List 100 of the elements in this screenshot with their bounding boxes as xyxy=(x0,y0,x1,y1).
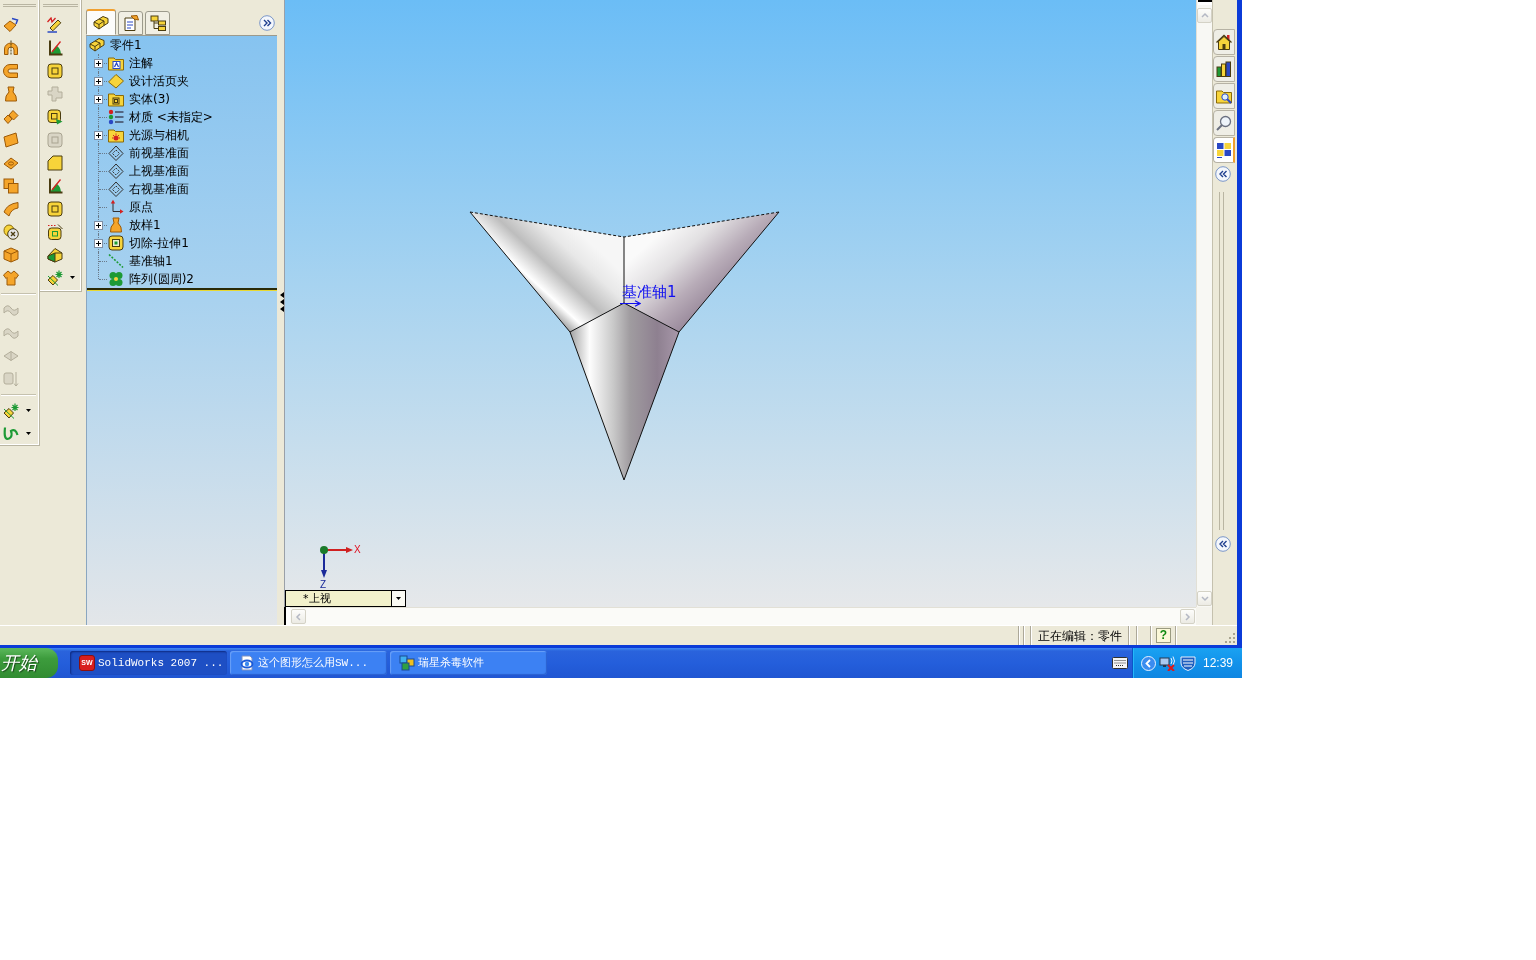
caret-down-icon[interactable] xyxy=(26,432,31,435)
tree-item-label[interactable]: 基准轴1 xyxy=(129,253,173,269)
axis-triad-icon xyxy=(319,545,353,578)
diamond-star-icon[interactable] xyxy=(3,402,19,419)
double-chevron-icon[interactable] xyxy=(1215,166,1231,182)
resize-grip-icon[interactable] xyxy=(1225,633,1235,643)
plus-box-icon[interactable] xyxy=(93,130,103,140)
taskbar-button[interactable]: 瑞星杀毒软件 xyxy=(390,651,547,675)
axis-label: Z xyxy=(320,579,327,590)
tile-arrow-icon[interactable] xyxy=(3,16,19,33)
framed-square-icon[interactable] xyxy=(47,62,63,79)
folder-icon[interactable] xyxy=(108,91,124,107)
tree-item-label[interactable]: 前视基准面 xyxy=(129,145,189,161)
diamond-star-icon[interactable] xyxy=(47,269,63,286)
tree-item-label[interactable]: 切除-拉伸1 xyxy=(129,235,189,251)
framed-square-icon[interactable] xyxy=(47,108,63,125)
chevron-left-icon[interactable] xyxy=(1141,655,1156,671)
diamond-outline-icon[interactable] xyxy=(108,181,124,197)
panel-tab[interactable] xyxy=(118,11,143,35)
status-message: 正在编辑：零件 xyxy=(1038,627,1122,644)
c-shape-icon[interactable] xyxy=(3,62,19,79)
cube-icon[interactable] xyxy=(3,246,19,263)
dropdown-arrow-button[interactable] xyxy=(391,591,405,606)
chevron-right-icon xyxy=(1184,612,1191,621)
start-button[interactable]: 开始 xyxy=(0,648,58,678)
tree-item-label[interactable]: 注解 xyxy=(129,55,153,71)
axis-label: X xyxy=(354,544,361,555)
dotted-frame-icon[interactable] xyxy=(47,223,63,240)
angle-icon[interactable] xyxy=(47,177,63,194)
cube-icon[interactable] xyxy=(47,246,63,263)
shirt-icon[interactable] xyxy=(3,269,19,286)
arch-icon[interactable] xyxy=(3,39,19,56)
task-pane-tab[interactable] xyxy=(1213,29,1235,55)
tree-item-label[interactable]: 零件1 xyxy=(110,37,142,53)
task-pane-tab[interactable] xyxy=(1213,110,1235,136)
tree-item-label[interactable]: 实体(3) xyxy=(129,91,170,107)
blocks-icon xyxy=(93,14,109,31)
slab-icon[interactable] xyxy=(3,131,19,148)
diamonds-icon[interactable] xyxy=(3,108,19,125)
help-button[interactable]: ? xyxy=(1156,628,1171,643)
panel-tab[interactable] xyxy=(145,11,170,35)
circle-x-icon[interactable] xyxy=(3,223,19,240)
tree-item-label[interactable]: 材质 <未指定> xyxy=(129,109,213,125)
vase-icon[interactable] xyxy=(3,85,19,102)
list-icon[interactable] xyxy=(108,109,124,125)
curve-icon[interactable] xyxy=(3,425,19,442)
splitter-arrows-icon[interactable] xyxy=(279,292,284,312)
caret-down-icon[interactable] xyxy=(70,276,75,279)
network-icon[interactable] xyxy=(1159,655,1177,671)
framed-square-icon[interactable] xyxy=(47,200,63,217)
diamond-outline-icon[interactable] xyxy=(108,145,124,161)
stacked-squares-icon[interactable] xyxy=(3,177,19,194)
double-chevron-icon[interactable] xyxy=(259,15,275,31)
tree-item-label[interactable]: 阵列(圆周)2 xyxy=(129,271,194,287)
task-pane-tab[interactable] xyxy=(1213,56,1235,82)
angle-icon[interactable] xyxy=(47,39,63,56)
caret-down-icon xyxy=(396,597,401,600)
task-pane-tab[interactable] xyxy=(1213,83,1235,109)
plus-box-icon[interactable] xyxy=(93,238,103,248)
plus-box-icon[interactable] xyxy=(93,58,103,68)
plus-box-icon[interactable] xyxy=(93,76,103,86)
house-icon xyxy=(1216,34,1232,50)
document-icon xyxy=(122,15,139,31)
chevron-down-icon xyxy=(1200,595,1209,602)
books-icon xyxy=(1216,61,1232,77)
shield-icon[interactable] xyxy=(1180,655,1196,671)
panel-tab[interactable] xyxy=(86,9,116,35)
plus-box-icon[interactable] xyxy=(93,94,103,104)
folder-icon[interactable] xyxy=(108,55,124,71)
taskbar-button[interactable]: 这个图形怎么用SW... xyxy=(230,651,387,675)
tree-item-label[interactable]: 右视基准面 xyxy=(129,181,189,197)
grid-icon xyxy=(1215,142,1232,158)
plus-box-icon[interactable] xyxy=(93,220,103,230)
curved-band-icon[interactable] xyxy=(3,200,19,217)
clock: 12:39 xyxy=(1203,656,1234,670)
blocks-icon[interactable] xyxy=(89,37,105,53)
split-handle[interactable] xyxy=(284,607,290,625)
page-icon xyxy=(239,655,255,671)
tree-item-label[interactable]: 上视基准面 xyxy=(129,163,189,179)
keyboard-icon[interactable] xyxy=(1112,657,1128,669)
task-pane-tab[interactable] xyxy=(1213,137,1235,163)
view-dropdown[interactable]: *上视 xyxy=(285,590,406,607)
axes-icon[interactable] xyxy=(108,199,124,215)
folder-search-icon xyxy=(1216,88,1232,104)
chevron-left-icon xyxy=(295,612,302,621)
folder-icon[interactable] xyxy=(108,127,124,143)
pencil-icon[interactable] xyxy=(47,16,63,33)
tree-item-label[interactable]: 放样1 xyxy=(129,217,161,233)
framed-square-icon[interactable] xyxy=(108,235,124,251)
double-chevron-icon[interactable] xyxy=(1215,536,1231,552)
caret-down-icon[interactable] xyxy=(26,409,31,412)
rollback-bar[interactable] xyxy=(87,288,277,291)
split-handle[interactable] xyxy=(1197,0,1212,5)
search-icon xyxy=(1216,115,1232,131)
tree-item-label[interactable]: 设计活页夹 xyxy=(129,73,189,89)
chevron-up-icon xyxy=(1200,12,1209,19)
tree-item-label[interactable]: 光源与相机 xyxy=(129,127,189,143)
tiles-icon xyxy=(399,655,415,671)
diamond-outline-icon[interactable] xyxy=(108,163,124,179)
tree-item-label[interactable]: 原点 xyxy=(129,199,153,215)
